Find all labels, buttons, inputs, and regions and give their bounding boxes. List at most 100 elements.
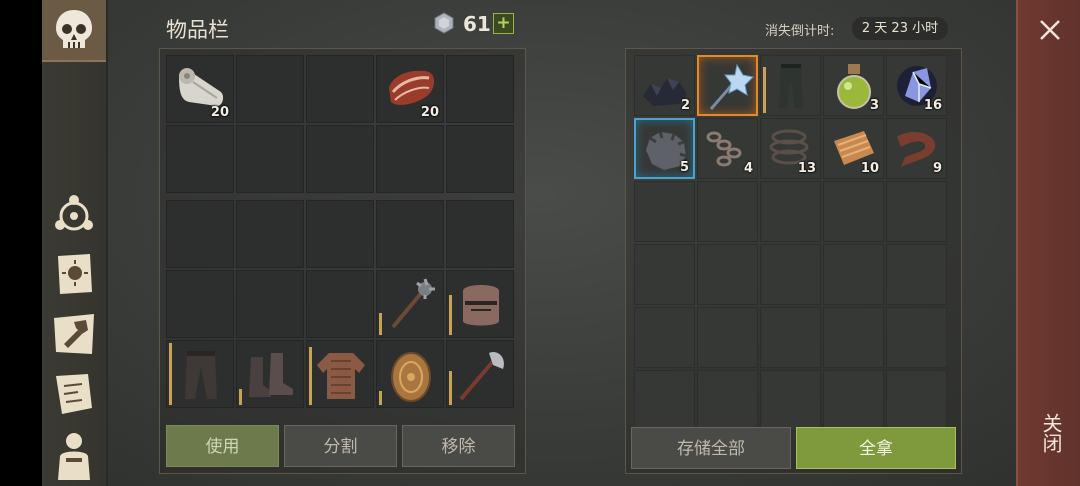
great-helm-icon (463, 285, 499, 326)
inventory-slot[interactable] (166, 125, 234, 193)
inventory-slot[interactable] (236, 270, 304, 338)
use-button[interactable]: 使用 (166, 425, 279, 467)
sidebar (42, 0, 108, 486)
durability-bar (309, 347, 312, 405)
split-button[interactable]: 分割 (284, 425, 397, 467)
inventory-slot[interactable]: 20 (166, 55, 234, 123)
durability-bar (169, 343, 172, 405)
durability-bar (239, 389, 242, 405)
add-currency-button[interactable]: + (493, 13, 514, 34)
inventory-slot[interactable] (236, 340, 304, 408)
durability-bar (449, 371, 452, 405)
storage-slot[interactable] (634, 370, 695, 431)
durability-bar (379, 391, 382, 405)
storage-slot[interactable] (886, 370, 947, 431)
craft-hammer-icon[interactable] (48, 308, 100, 360)
storage-grid: 2 3 16 5 4 13 10 9 (634, 55, 951, 435)
storage-slot-highlighted[interactable]: 5 (634, 118, 695, 179)
storage-slot[interactable]: 13 (760, 118, 821, 179)
pants-icon (779, 64, 803, 108)
take-all-button[interactable]: 全拿 (796, 427, 956, 469)
scroll-map-icon[interactable] (48, 368, 100, 420)
timer-value: 2 天 23 小时 (852, 17, 948, 40)
inventory-slot[interactable] (446, 125, 514, 193)
close-icon[interactable] (1038, 18, 1062, 42)
storage-slot[interactable] (823, 244, 884, 305)
inventory-title: 物品栏 (166, 18, 229, 42)
store-all-button[interactable]: 存储全部 (631, 427, 791, 469)
storage-slot[interactable] (634, 181, 695, 242)
inventory-slot[interactable] (446, 55, 514, 123)
inventory-top-grid: 20 20 (166, 55, 518, 195)
inventory-slot[interactable] (166, 200, 234, 268)
storage-slot[interactable]: 16 (886, 55, 947, 116)
storage-slot[interactable]: 9 (886, 118, 947, 179)
battle-axe-icon (459, 351, 504, 401)
item-count: 20 (420, 105, 439, 120)
inventory-equipment-grid (166, 200, 518, 410)
storage-slot[interactable] (886, 244, 947, 305)
item-count: 20 (210, 105, 229, 120)
inventory-slot[interactable] (236, 200, 304, 268)
inventory-slot[interactable] (446, 200, 514, 268)
inventory-slot[interactable] (306, 270, 374, 338)
talent-icon[interactable] (48, 188, 100, 240)
screen-edge (0, 0, 42, 486)
storage-slot[interactable] (697, 244, 758, 305)
storage-slot[interactable] (823, 181, 884, 242)
inventory-slot[interactable] (446, 340, 514, 408)
inventory-slot[interactable]: 20 (376, 55, 444, 123)
inventory-slot[interactable] (166, 340, 234, 408)
inventory-slot[interactable] (446, 270, 514, 338)
storage-slot[interactable] (760, 307, 821, 368)
inventory-slot[interactable] (306, 55, 374, 123)
storage-slot[interactable] (823, 370, 884, 431)
close-label[interactable]: 关闭 (1037, 413, 1063, 453)
inventory-panel: 20 20 使用 分割 移除 (159, 48, 526, 474)
inventory-slot[interactable] (376, 200, 444, 268)
item-count: 4 (743, 161, 753, 176)
storage-slot[interactable] (634, 244, 695, 305)
storage-slot[interactable] (760, 181, 821, 242)
mace-icon (391, 278, 435, 329)
storage-slot[interactable]: 2 (634, 55, 695, 116)
storage-slot[interactable]: 3 (823, 55, 884, 116)
storage-slot[interactable] (886, 307, 947, 368)
storage-slot[interactable]: 10 (823, 118, 884, 179)
durability-bar (379, 313, 382, 335)
item-count: 2 (680, 98, 690, 113)
leather-pants-icon (185, 351, 217, 399)
inventory-slot[interactable] (376, 340, 444, 408)
inventory-slot[interactable] (236, 125, 304, 193)
inventory-slot[interactable] (376, 125, 444, 193)
remove-button[interactable]: 移除 (402, 425, 515, 467)
storage-slot-selected[interactable] (697, 55, 758, 116)
storage-slot[interactable] (886, 181, 947, 242)
storage-slot[interactable] (760, 370, 821, 431)
recipe-book-icon[interactable] (48, 248, 100, 300)
storage-slot[interactable] (823, 307, 884, 368)
inventory-slot[interactable] (306, 125, 374, 193)
storage-slot[interactable] (760, 55, 821, 116)
skull-icon[interactable] (48, 4, 100, 56)
silver-coin-icon (434, 12, 454, 34)
ice-mace-icon (709, 63, 755, 110)
character-icon[interactable] (48, 428, 100, 480)
storage-slot[interactable] (697, 181, 758, 242)
storage-slot[interactable] (634, 307, 695, 368)
storage-slot[interactable] (697, 370, 758, 431)
inventory-slot[interactable] (306, 340, 374, 408)
durability-bar (449, 295, 452, 335)
close-bar[interactable]: 关闭 (1016, 0, 1080, 486)
inventory-slot[interactable] (236, 55, 304, 123)
item-count: 3 (869, 98, 879, 113)
storage-slot[interactable]: 4 (697, 118, 758, 179)
inventory-slot[interactable] (376, 270, 444, 338)
item-count: 16 (923, 98, 942, 113)
inventory-slot[interactable] (306, 200, 374, 268)
inventory-slot[interactable] (166, 270, 234, 338)
currency-value: 61 (463, 12, 491, 36)
storage-slot[interactable] (697, 307, 758, 368)
storage-slot[interactable] (760, 244, 821, 305)
leather-boots-icon (249, 353, 293, 397)
